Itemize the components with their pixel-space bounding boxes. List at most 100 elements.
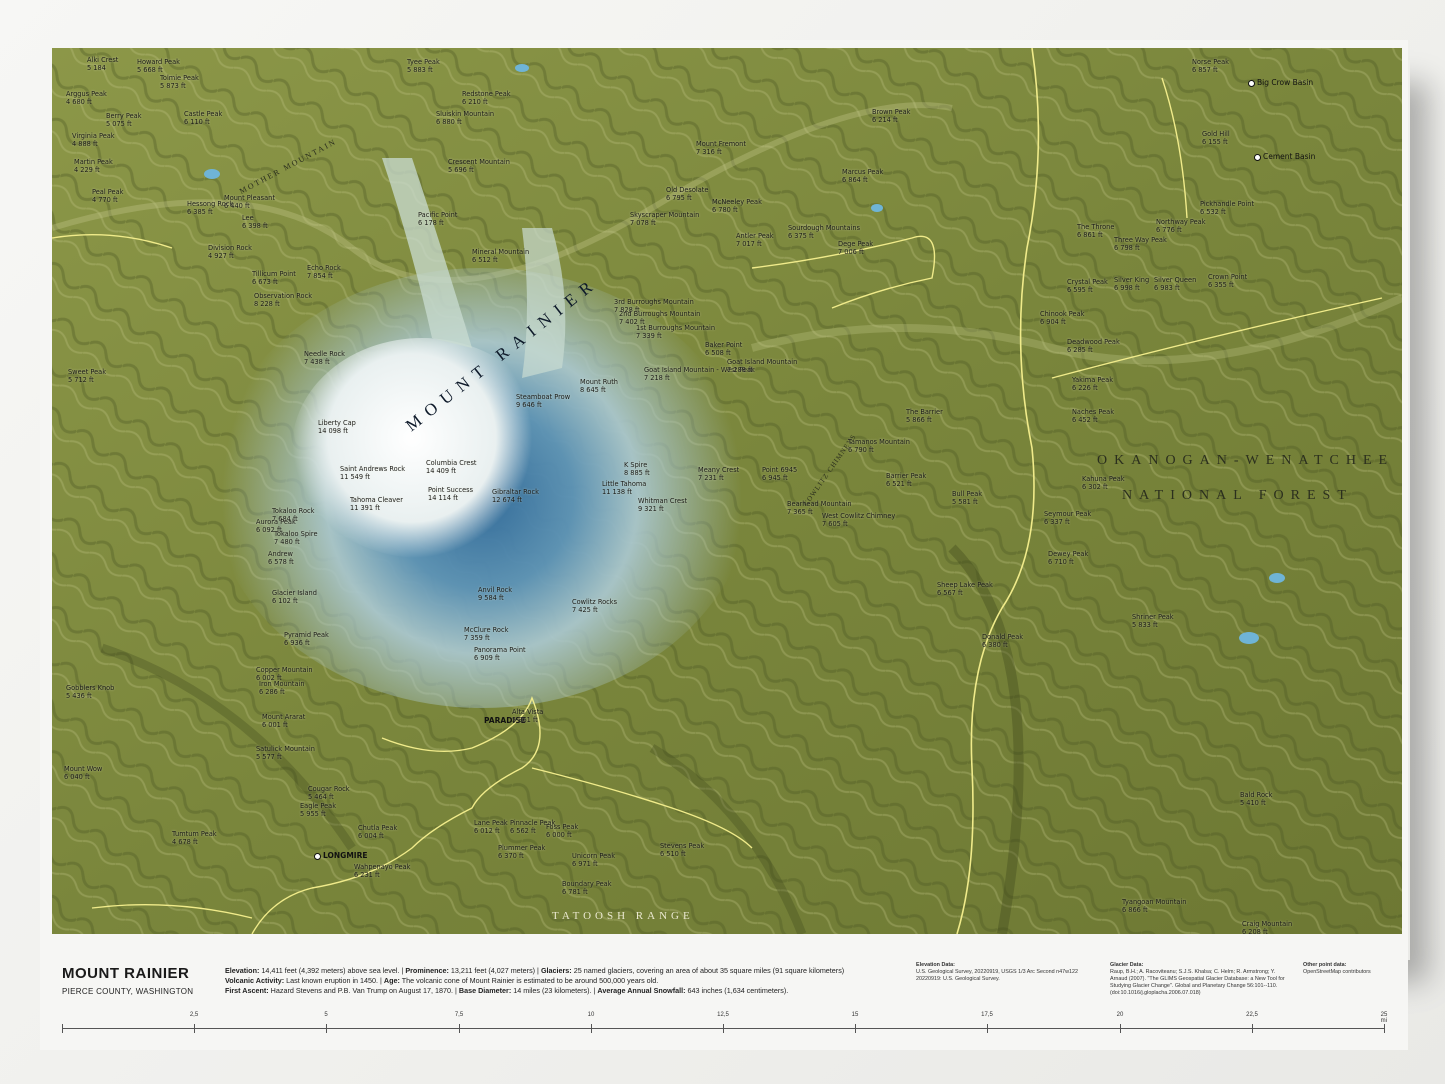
peak-name: McNeeley Peak: [712, 198, 762, 206]
peak-label: Kahuna Peak 6 302 ft: [1082, 475, 1125, 491]
forest-label-line2: NATIONAL FOREST: [1122, 488, 1353, 503]
peak-elevation: 6 302 ft: [1082, 483, 1108, 491]
peak-elevation: 7 359 ft: [464, 634, 490, 642]
scale-tick-label: 5: [324, 1012, 328, 1018]
peak-elevation: 5 410 ft: [1240, 799, 1266, 807]
facts-line-3: First Ascent: Hazard Stevens and P.B. Va…: [225, 986, 789, 995]
location-dot-icon: [1248, 79, 1255, 87]
peak-elevation: 6 781 ft: [562, 888, 588, 896]
peak-name: Sheep Lake Peak: [937, 581, 993, 589]
peak-name: Brown Peak: [872, 108, 911, 116]
scale-tick-label: 10: [587, 1012, 595, 1018]
peak-name: Boundary Peak: [562, 880, 612, 888]
peak-label: McNeeley Peak 6 780 ft: [712, 198, 762, 214]
peak-name: Anvil Rock: [478, 586, 513, 594]
peak-elevation: 4 678 ft: [172, 838, 198, 846]
peak-name: Dewey Peak: [1048, 550, 1089, 558]
peak-label: McClure Rock 7 359 ft: [464, 626, 508, 642]
peak-elevation: 6 595 ft: [1067, 286, 1093, 294]
peak-elevation: 6 780 ft: [712, 206, 738, 214]
peak-name: Goat Island Mountain: [727, 358, 798, 366]
peak-name: Bald Rock: [1240, 791, 1273, 799]
peak-label: Echo Rock 7 854 ft: [307, 264, 341, 280]
peak-name: Gold Hill: [1202, 130, 1230, 138]
peak-elevation: 6 998 ft: [1114, 284, 1140, 292]
peak-name: Shriner Peak: [1132, 613, 1174, 621]
peak-elevation: 11 391 ft: [350, 504, 380, 512]
scale-tick-label: 2,5: [189, 1012, 199, 1018]
peak-elevation: 7 006 ft: [838, 248, 864, 256]
peak-elevation: 6 398 ft: [242, 222, 268, 230]
peak-elevation: 6 508 ft: [705, 349, 731, 357]
peak-label: Barrier Peak 6 521 ft: [886, 472, 926, 488]
peak-elevation: 7 854 ft: [307, 272, 333, 280]
peak-label: Anvil Rock 9 584 ft: [478, 586, 512, 602]
peak-elevation: 7 231 ft: [698, 474, 724, 482]
scale-tick: [62, 1024, 63, 1033]
peak-name: Howard Peak: [137, 58, 180, 66]
peak-label: The Barrier 5 866 ft: [906, 408, 943, 424]
peak-elevation: 11 549 ft: [340, 473, 370, 481]
peak-elevation: 5 668 ft: [137, 66, 163, 74]
peak-label: Tolmie Peak 5 873 ft: [160, 74, 199, 90]
peak-name: Columbia Crest: [426, 459, 477, 467]
peak-name: K Spire: [624, 461, 648, 469]
peak-label: Aurora Peak 6 092 ft: [256, 518, 296, 534]
scale-tick: [1120, 1024, 1121, 1033]
peak-name: Three Way Peak: [1114, 236, 1167, 244]
poster-subtitle: PIERCE COUNTY, WASHINGTON: [62, 987, 194, 996]
peak-name: Little Tahoma: [602, 480, 647, 488]
peak-label: Tyangoan Mountain 6 866 ft: [1122, 898, 1186, 914]
peak-label: Gobblers Knob 5 436 ft: [66, 684, 114, 700]
peak-name: Mount Pleasant: [224, 194, 275, 202]
peak-elevation: 4 927 ft: [208, 252, 234, 260]
peak-label: Division Rock 4 927 ft: [208, 244, 252, 260]
peak-label: Lee 6 398 ft: [242, 214, 268, 230]
peak-elevation: 5 184: [87, 64, 106, 72]
scale-tick-label: 7,5: [454, 1012, 464, 1018]
peak-label: Marcus Peak 6 864 ft: [842, 168, 883, 184]
peak-elevation: 6 000 ft: [546, 831, 572, 839]
peak-elevation: 6 102 ft: [272, 597, 298, 605]
peak-elevation: 7 480 ft: [274, 538, 300, 546]
peak-name: Barrier Peak: [886, 472, 927, 480]
peak-label: Mount Pleasant 6 440 ft: [224, 194, 275, 210]
peak-name: Bearhead Mountain: [787, 500, 852, 508]
scale-bar: 2,5 5 7,5 10 12,5 15 17,5 20 22,5 25 mi: [62, 1012, 1387, 1034]
peak-elevation: 6 936 ft: [284, 639, 310, 647]
peak-elevation: 6 790 ft: [848, 446, 874, 454]
peak-name: Marcus Peak: [842, 168, 884, 176]
peak-label: Stevens Peak 6 510 ft: [660, 842, 704, 858]
peak-elevation: 6 452 ft: [1072, 416, 1098, 424]
peak-label: Bull Peak 5 581 ft: [952, 490, 982, 506]
scale-tick-label: 25 mi: [1380, 1012, 1388, 1024]
peak-label: Craig Mountain 6 208 ft: [1242, 920, 1292, 934]
peak-name: West Cowlitz Chimney: [822, 512, 896, 520]
peak-label: Wahpenayo Peak 6 231 ft: [354, 863, 410, 879]
peak-elevation: 7 339 ft: [636, 332, 662, 340]
peak-elevation: 6 532 ft: [1200, 208, 1226, 216]
peak-elevation: 5 436 ft: [66, 692, 92, 700]
scale-tick: [591, 1024, 592, 1033]
peak-name: Tolmie Peak: [160, 74, 199, 82]
peak-name: Castle Peak: [184, 110, 223, 118]
peak-name: Chutla Peak: [358, 824, 398, 832]
peak-label: Sweet Peak 5 712 ft: [68, 368, 106, 384]
peak-label: Silver Queen 6 983 ft: [1154, 276, 1196, 292]
peak-elevation: 6 380 ft: [982, 641, 1008, 649]
credits-glacier: Glacier Data: Raup, B.H.; A. Racoviteanu;…: [1110, 962, 1285, 996]
scale-tick: [1252, 1024, 1253, 1033]
peak-name: Observation Rock: [254, 292, 313, 300]
peak-name: Alki Crest: [87, 56, 119, 64]
peak-label: Silver King 6 998 ft: [1114, 276, 1149, 292]
peak-name: Old Desolate: [666, 186, 709, 194]
peak-name: Yakima Peak: [1072, 376, 1114, 384]
peak-elevation: 5 464 ft: [308, 793, 334, 801]
peak-elevation: 6 440 ft: [224, 202, 250, 210]
peak-elevation: 6 001 ft: [262, 721, 288, 729]
peak-elevation: 6 866 ft: [1122, 906, 1148, 914]
peak-name: Tillicum Point: [252, 270, 296, 278]
peak-elevation: 9 646 ft: [516, 401, 542, 409]
peak-name: Lee: [242, 214, 254, 222]
peak-label: Mount Ruth 8 645 ft: [580, 378, 618, 394]
